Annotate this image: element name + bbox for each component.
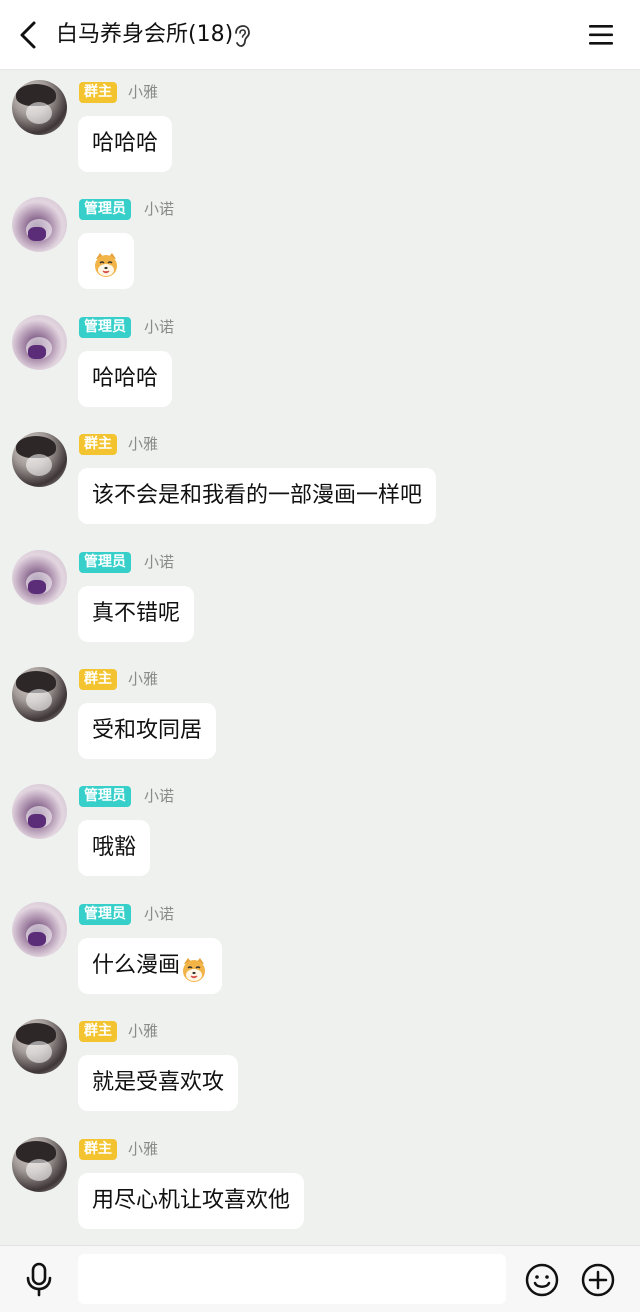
message-row: 管理员 小诺什么漫画 [0, 892, 640, 1009]
sender-name[interactable]: 小雅 [128, 82, 158, 103]
message-text: 哈哈哈 [92, 131, 159, 156]
sender-name[interactable]: 小诺 [144, 786, 174, 807]
sender-name[interactable]: 小诺 [144, 317, 174, 338]
owner-badge: 群主 [79, 434, 117, 456]
sender-name[interactable]: 小雅 [128, 1139, 158, 1160]
message-bubble[interactable]: 哈哈哈 [78, 350, 173, 407]
avatar[interactable] [12, 80, 67, 135]
voice-button[interactable] [20, 1260, 58, 1298]
chat-header: 白马养身会所(18) [0, 0, 640, 70]
message-text: 受和攻同居 [92, 718, 203, 743]
avatar[interactable] [12, 1019, 67, 1075]
message-text: 哈哈哈 [92, 365, 159, 391]
menu-button[interactable] [582, 18, 620, 52]
message-row: 管理员 小诺哈哈哈 [0, 305, 640, 422]
owner-badge: 群主 [79, 669, 117, 690]
chevron-left-icon [20, 21, 36, 49]
message-text: 就是受喜欢攻 [92, 1070, 225, 1096]
microphone-icon [26, 1262, 52, 1297]
admin-badge: 管理员 [79, 316, 131, 338]
emoji-button[interactable] [524, 1262, 560, 1298]
message-text: 哦豁 [92, 835, 137, 861]
message-bubble[interactable]: 哈哈哈 [78, 116, 173, 172]
avatar[interactable] [12, 314, 67, 370]
message-bubble[interactable]: 用尽心机让攻喜欢他 [78, 1172, 305, 1229]
avatar[interactable] [12, 1136, 67, 1192]
message-row: 管理员 小诺真不错呢 [0, 540, 640, 657]
message-bubble[interactable]: 哦豁 [78, 820, 151, 877]
sender-name[interactable]: 小雅 [128, 669, 158, 690]
message-text: 真不错呢 [92, 600, 181, 626]
message-bubble[interactable]: 就是受喜欢攻 [78, 1055, 239, 1112]
message-bubble[interactable] [78, 233, 134, 290]
avatar[interactable] [12, 784, 67, 840]
avatar[interactable] [12, 901, 67, 957]
avatar[interactable] [12, 549, 67, 605]
shiba-emoji-icon [92, 245, 120, 278]
message-row: 群主 小雅就是受喜欢攻 [0, 1009, 640, 1126]
back-button[interactable] [10, 16, 46, 54]
more-button[interactable] [580, 1262, 616, 1298]
plus-circle-icon [581, 1263, 615, 1297]
avatar[interactable] [12, 197, 67, 253]
sender-name[interactable]: 小诺 [144, 552, 174, 573]
message-bubble[interactable]: 受和攻同居 [78, 703, 217, 759]
owner-badge: 群主 [79, 82, 117, 103]
message-row: 群主 小雅哈哈哈 [0, 70, 640, 187]
message-row: 群主 小雅该不会是和我看的一部漫画一样吧 [0, 422, 640, 539]
message-text: 该不会是和我看的一部漫画一样吧 [92, 483, 423, 509]
avatar[interactable] [12, 667, 67, 722]
smiley-icon [525, 1263, 559, 1297]
message-text: 用尽心机让攻喜欢他 [92, 1187, 291, 1213]
composer-bar [0, 1245, 640, 1312]
message-input[interactable] [78, 1254, 506, 1304]
sender-name[interactable]: 小诺 [144, 199, 174, 220]
admin-badge: 管理员 [79, 199, 131, 221]
shiba-emoji-icon [180, 950, 208, 982]
admin-badge: 管理员 [79, 551, 131, 573]
message-list[interactable]: 群主 小雅 哈哈哈 管理员 小诺 管理员 小诺 哈哈哈 群主 小雅 该不会是和我看的一部漫画一样吧管… [0, 70, 640, 1245]
hamburger-menu-icon [589, 25, 613, 45]
message-row: 群主 小雅用尽心机让攻喜欢他 [0, 1127, 640, 1244]
group-title: 白马养身会所(18) [56, 22, 234, 47]
message-bubble[interactable]: 真不错呢 [78, 585, 195, 642]
avatar[interactable] [12, 432, 67, 488]
sender-name[interactable]: 小雅 [128, 434, 158, 455]
message-text: 什么漫画 [92, 952, 181, 978]
owner-badge: 群主 [79, 1138, 117, 1160]
sender-name[interactable]: 小雅 [128, 1021, 158, 1042]
message-bubble[interactable]: 什么漫画 [78, 937, 223, 994]
owner-badge: 群主 [79, 1021, 117, 1043]
message-row: 管理员 小诺 [0, 187, 640, 304]
message-bubble[interactable]: 该不会是和我看的一部漫画一样吧 [78, 468, 437, 525]
message-row: 管理员 小诺哦豁 [0, 774, 640, 891]
message-row: 群主 小雅受和攻同居 [0, 657, 640, 774]
admin-badge: 管理员 [79, 786, 131, 808]
ear-icon[interactable] [232, 24, 252, 48]
admin-badge: 管理员 [79, 903, 131, 925]
sender-name[interactable]: 小诺 [144, 904, 174, 925]
